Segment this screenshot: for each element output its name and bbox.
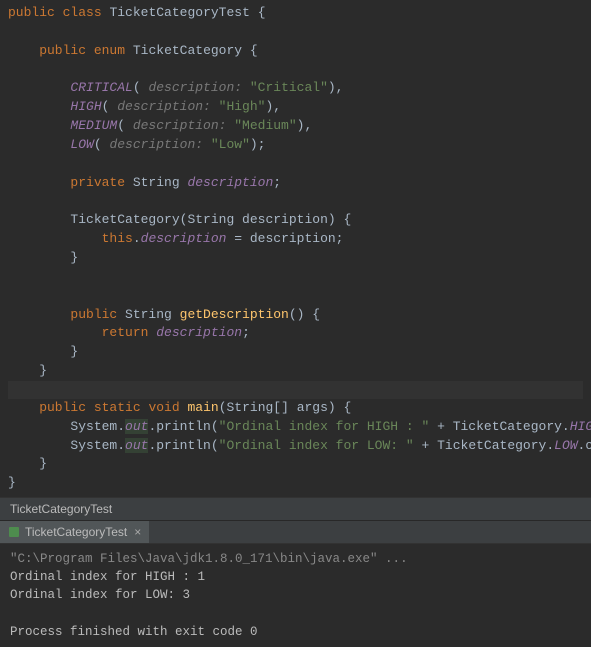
breadcrumb[interactable]: TicketCategoryTest bbox=[0, 497, 591, 521]
code-line: } bbox=[8, 249, 583, 268]
console-line: Ordinal index for HIGH : 1 bbox=[10, 568, 581, 586]
close-icon[interactable]: × bbox=[132, 525, 143, 539]
code-line: this.description = description; bbox=[8, 230, 583, 249]
run-tab-bar: TicketCategoryTest × bbox=[0, 521, 591, 544]
code-line: } bbox=[8, 362, 583, 381]
code-line bbox=[8, 155, 583, 174]
console-line: Ordinal index for LOW: 3 bbox=[10, 586, 581, 604]
code-line: public class TicketCategoryTest { bbox=[8, 4, 583, 23]
console-exit-line: Process finished with exit code 0 bbox=[10, 623, 581, 641]
console-command: "C:\Program Files\Java\jdk1.8.0_171\bin\… bbox=[10, 550, 581, 568]
code-editor[interactable]: public class TicketCategoryTest { public… bbox=[0, 0, 591, 497]
code-line: System.out.println("Ordinal index for LO… bbox=[8, 437, 583, 456]
code-line bbox=[8, 287, 583, 306]
code-line: } bbox=[8, 455, 583, 474]
code-line: HIGH( description: "High"), bbox=[8, 98, 583, 117]
code-line: } bbox=[8, 474, 583, 493]
cursor-line bbox=[8, 381, 583, 399]
code-line: private String description; bbox=[8, 174, 583, 193]
code-line: LOW( description: "Low"); bbox=[8, 136, 583, 155]
code-line: TicketCategory(String description) { bbox=[8, 211, 583, 230]
run-config-icon bbox=[8, 526, 20, 538]
code-line: CRITICAL( description: "Critical"), bbox=[8, 79, 583, 98]
console-line bbox=[10, 604, 581, 622]
code-line: } bbox=[8, 343, 583, 362]
code-line bbox=[8, 23, 583, 42]
run-tab-label: TicketCategoryTest bbox=[25, 525, 127, 539]
code-line: public static void main(String[] args) { bbox=[8, 399, 583, 418]
code-line: System.out.println("Ordinal index for HI… bbox=[8, 418, 583, 437]
code-line: public String getDescription() { bbox=[8, 306, 583, 325]
code-line bbox=[8, 192, 583, 211]
code-line: public enum TicketCategory { bbox=[8, 42, 583, 61]
console-output[interactable]: "C:\Program Files\Java\jdk1.8.0_171\bin\… bbox=[0, 544, 591, 647]
code-line bbox=[8, 61, 583, 80]
code-line: return description; bbox=[8, 324, 583, 343]
breadcrumb-item: TicketCategoryTest bbox=[10, 502, 112, 516]
code-line: MEDIUM( description: "Medium"), bbox=[8, 117, 583, 136]
run-tab[interactable]: TicketCategoryTest × bbox=[0, 521, 149, 543]
code-line bbox=[8, 268, 583, 287]
